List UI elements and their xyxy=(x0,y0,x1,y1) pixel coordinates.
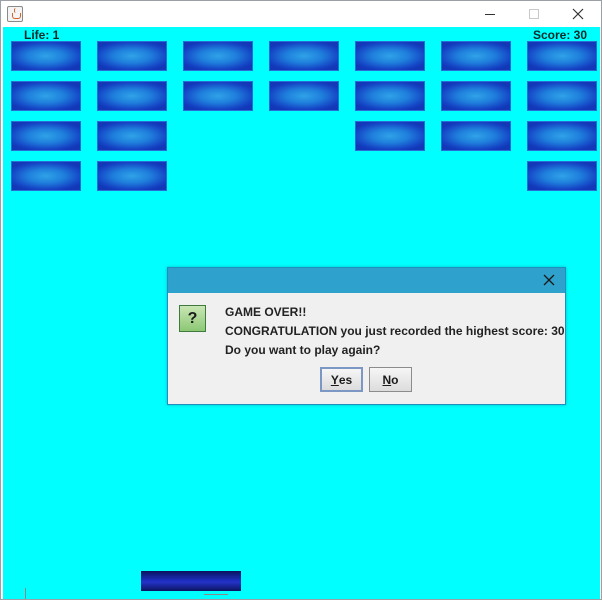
yes-button[interactable]: Yes xyxy=(320,367,363,392)
app-window: Life: 1 Score: 30 ? GAME OVER!! CONGRATU… xyxy=(0,0,602,600)
no-button[interactable]: No xyxy=(369,367,412,392)
brick xyxy=(183,41,253,71)
brick xyxy=(355,121,425,151)
brick xyxy=(269,81,339,111)
yes-label: es xyxy=(338,372,353,387)
window-edge-mark xyxy=(204,594,228,599)
paddle[interactable] xyxy=(141,571,241,591)
brick xyxy=(441,121,511,151)
minimize-button[interactable] xyxy=(467,1,513,27)
brick xyxy=(441,81,511,111)
life-counter: Life: 1 xyxy=(24,28,60,42)
close-button[interactable] xyxy=(555,1,601,27)
close-icon xyxy=(543,274,555,286)
java-cup-icon[interactable] xyxy=(7,6,23,22)
minimize-icon xyxy=(485,13,495,15)
window-edge-mark xyxy=(25,588,26,599)
brick xyxy=(527,121,597,151)
maximize-icon xyxy=(529,9,539,19)
brick xyxy=(527,41,597,71)
no-mnemonic: N xyxy=(382,372,392,387)
dialog-title-bar[interactable] xyxy=(168,268,565,293)
brick xyxy=(355,41,425,71)
brick xyxy=(269,41,339,71)
game-over-dialog: ? GAME OVER!! CONGRATULATION you just re… xyxy=(167,267,566,405)
brick xyxy=(97,121,167,151)
brick xyxy=(11,41,81,71)
brick xyxy=(97,161,167,191)
brick xyxy=(11,81,81,111)
maximize-button[interactable] xyxy=(511,1,557,27)
brick xyxy=(527,81,597,111)
brick xyxy=(11,161,81,191)
brick xyxy=(11,121,81,151)
play-again-question: Do you want to play again? xyxy=(225,343,381,357)
yes-mnemonic: Y xyxy=(330,372,339,387)
question-icon: ? xyxy=(179,305,206,332)
brick xyxy=(527,161,597,191)
brick xyxy=(97,81,167,111)
dialog-close-button[interactable] xyxy=(538,270,560,290)
brick xyxy=(355,81,425,111)
title-bar[interactable] xyxy=(1,1,601,27)
no-label: o xyxy=(391,372,399,387)
score-counter: Score: 30 xyxy=(532,28,587,42)
high-score-message: CONGRATULATION you just recorded the hig… xyxy=(225,324,565,338)
brick xyxy=(183,81,253,111)
brick xyxy=(441,41,511,71)
close-icon xyxy=(572,8,584,20)
brick xyxy=(97,41,167,71)
game-over-message: GAME OVER!! xyxy=(225,305,307,319)
